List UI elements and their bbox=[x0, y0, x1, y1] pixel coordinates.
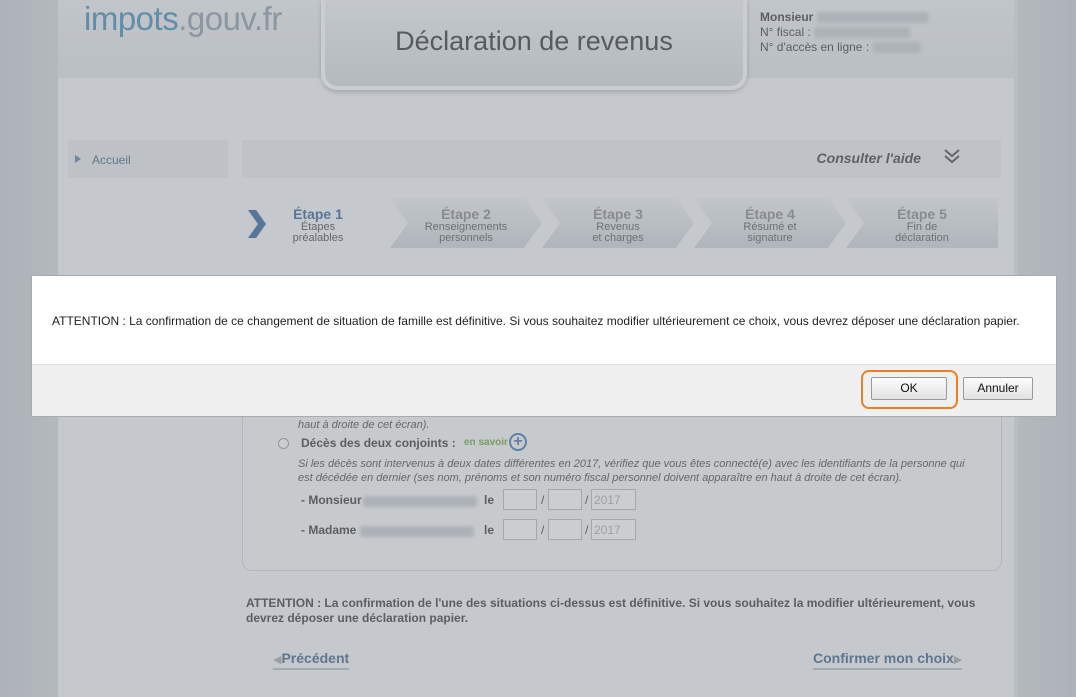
dialog-message: ATTENTION : La confirmation de ce change… bbox=[52, 314, 1020, 328]
ok-button[interactable]: OK bbox=[871, 377, 947, 400]
cancel-button[interactable]: Annuler bbox=[963, 377, 1033, 400]
dialog-footer: OK Annuler bbox=[32, 364, 1056, 416]
confirmation-dialog: ATTENTION : La confirmation de ce change… bbox=[31, 275, 1057, 417]
